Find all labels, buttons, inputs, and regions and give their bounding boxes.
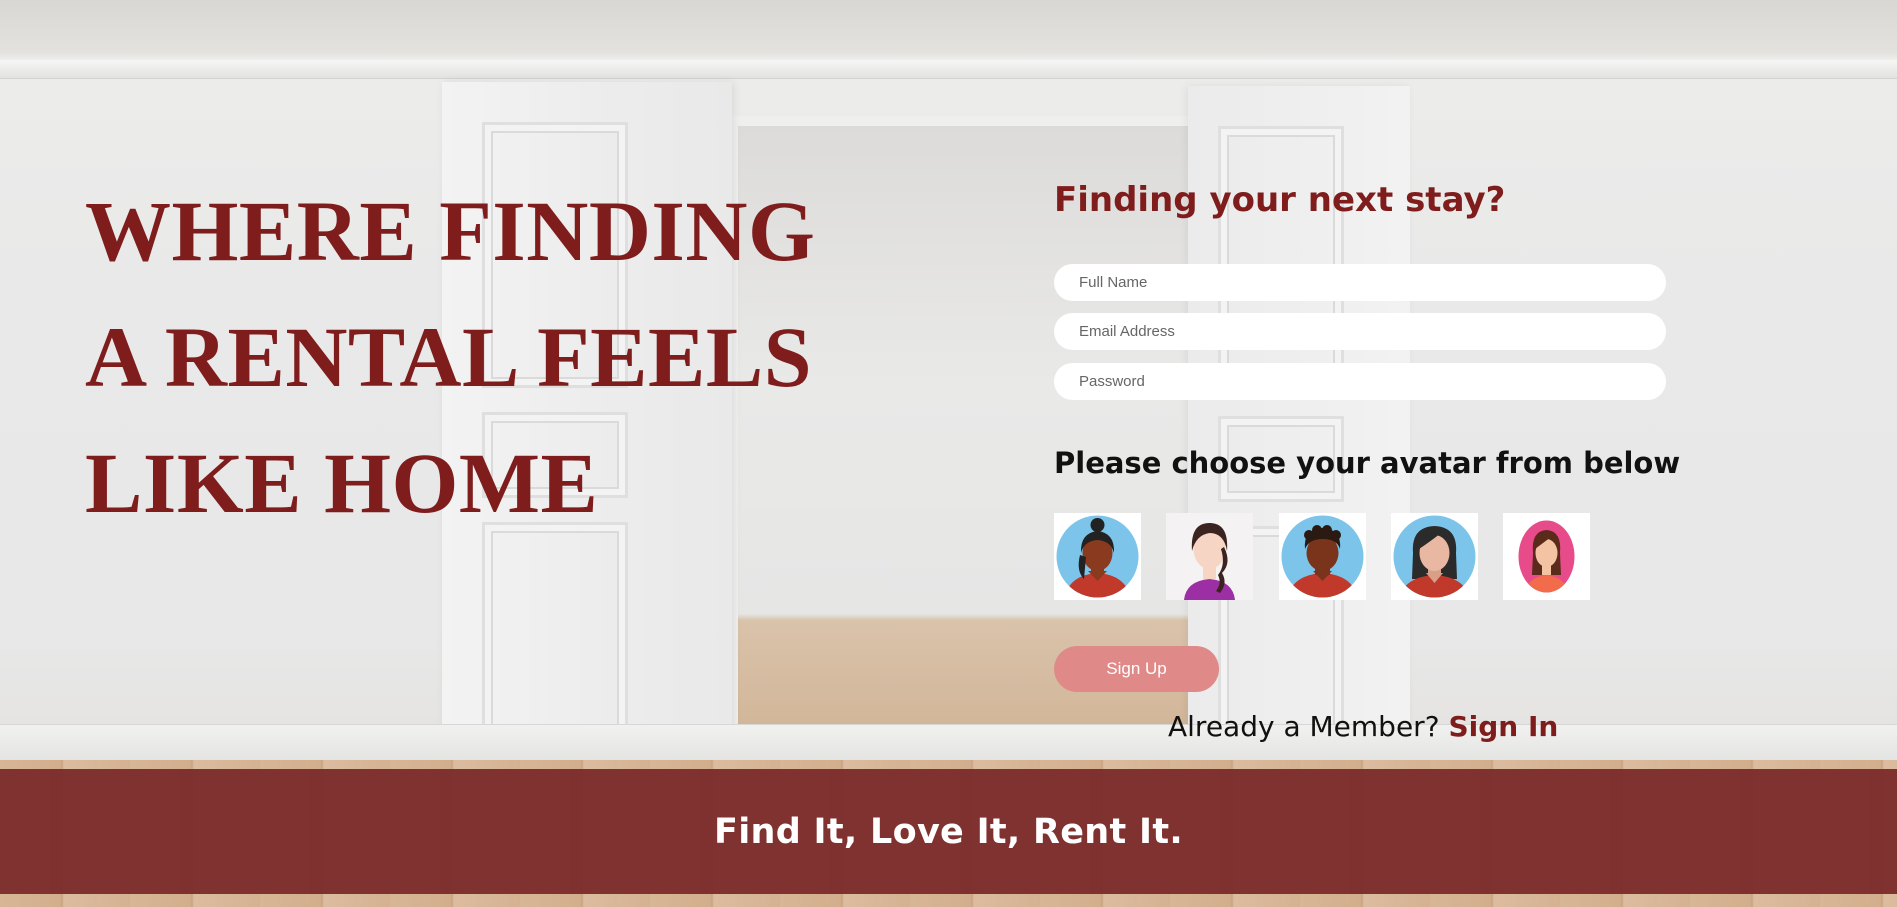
avatar-option-4[interactable] [1391, 513, 1478, 600]
hero-headline-line-1: WHERE FINDING [85, 183, 816, 279]
email-input[interactable] [1054, 313, 1666, 350]
avatar-option-3[interactable] [1279, 513, 1366, 600]
background-baseboard [0, 724, 1897, 761]
avatar-option-5[interactable] [1503, 513, 1590, 600]
hero-headline-line-3: LIKE HOME [85, 435, 599, 531]
avatar-woman-long-hair-icon [1393, 515, 1476, 598]
footer-tagline: Find It, Love It, Rent It. [714, 811, 1183, 852]
avatar-woman-dark-bun-icon [1056, 515, 1139, 598]
background-wall-top [0, 0, 1897, 62]
door-panel [482, 522, 628, 738]
door-panel [1218, 126, 1344, 392]
full-name-input[interactable] [1054, 264, 1666, 301]
footer-banner: Find It, Love It, Rent It. [0, 769, 1897, 894]
avatar-option-2[interactable] [1166, 513, 1253, 600]
avatar-man-curly-icon [1281, 515, 1364, 598]
password-input[interactable] [1054, 363, 1666, 400]
avatar-woman-braid-icon [1166, 513, 1253, 600]
avatar-option-1[interactable] [1054, 513, 1141, 600]
sign-up-button[interactable]: Sign Up [1054, 646, 1219, 692]
member-prompt: Already a Member? Sign In [1168, 710, 1558, 743]
hero-headline: WHERE FINDING A RENTAL FEELS LIKE HOME [85, 168, 815, 546]
hero-headline-line-2: A RENTAL FEELS [85, 309, 813, 405]
sign-in-link[interactable]: Sign In [1448, 710, 1558, 743]
form-title: Finding your next stay? [1054, 180, 1506, 220]
member-text: Already a Member? [1168, 710, 1440, 743]
avatar-woman-pink-icon [1503, 513, 1590, 600]
avatar-prompt: Please choose your avatar from below [1054, 446, 1681, 480]
background-crown-molding [0, 60, 1897, 79]
